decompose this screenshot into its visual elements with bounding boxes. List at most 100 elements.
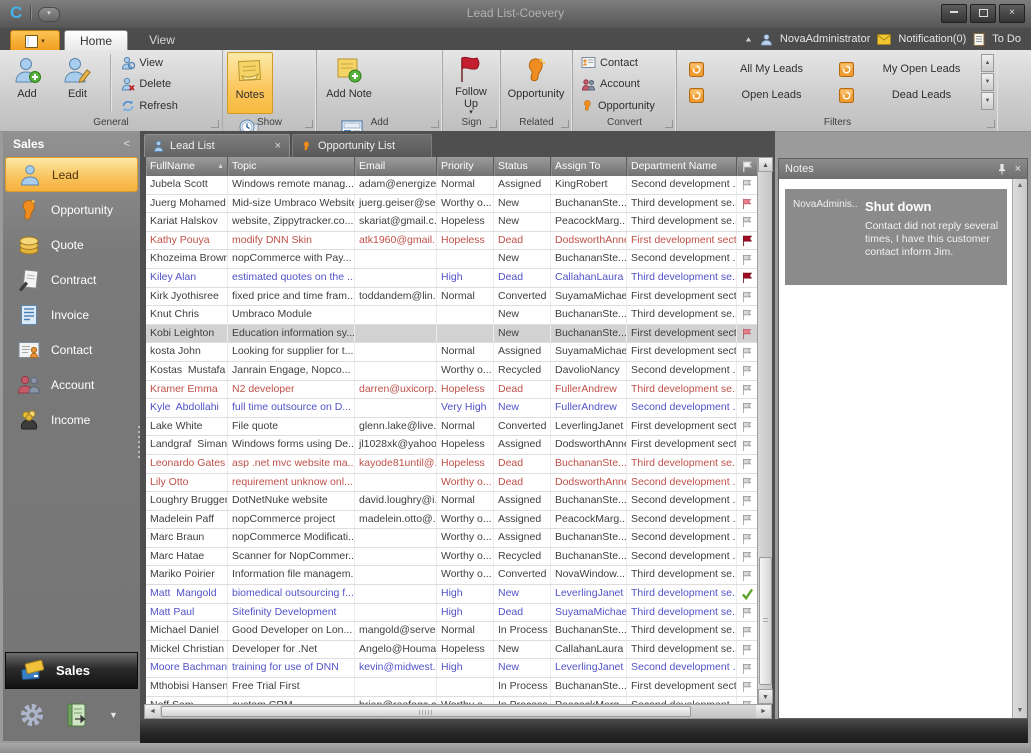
sidebar-item-lead[interactable]: Lead xyxy=(5,157,138,192)
table-row[interactable]: Lily Otto requirement unknow onl... Wort… xyxy=(146,474,757,493)
filter-all-my-leads[interactable]: All My Leads xyxy=(681,62,831,77)
log-book-icon[interactable] xyxy=(63,701,91,729)
convert-contact-button[interactable]: Contact xyxy=(581,54,655,71)
row-flag-icon[interactable] xyxy=(737,288,757,306)
sidebar-item-invoice[interactable]: Invoice xyxy=(5,297,138,332)
edit-button[interactable]: Edit xyxy=(54,52,100,114)
table-row[interactable]: Marc Braun nopCommerce Modificati... Wor… xyxy=(146,529,757,548)
table-row[interactable]: Leonardo Gates asp .net mvc website ma..… xyxy=(146,455,757,474)
scroll-left-icon[interactable]: ◄ xyxy=(145,705,160,718)
follow-up-button[interactable]: Follow Up▾ xyxy=(447,52,495,114)
convert-opportunity-button[interactable]: Opportunity xyxy=(581,97,655,114)
row-flag-icon[interactable] xyxy=(737,269,757,287)
minimize-button[interactable] xyxy=(941,4,967,23)
filter-open-leads[interactable]: Open Leads xyxy=(681,88,831,103)
sidebar-item-opportunity[interactable]: Opportunity xyxy=(5,192,138,227)
table-row[interactable]: Madelein Paff nopCommerce project madele… xyxy=(146,511,757,530)
row-flag-icon[interactable] xyxy=(737,455,757,473)
row-flag-icon[interactable] xyxy=(737,306,757,324)
sidebar-item-contact[interactable]: Contact xyxy=(5,332,138,367)
refresh-button[interactable]: Refresh xyxy=(121,97,178,114)
add-note-button[interactable]: Add Note xyxy=(321,52,377,114)
row-flag-icon[interactable] xyxy=(737,250,757,268)
filter-dead-leads[interactable]: Dead Leads xyxy=(831,88,981,103)
table-row[interactable]: Mthobisi Hansen Free Trial First In Proc… xyxy=(146,678,757,697)
row-flag-icon[interactable] xyxy=(737,213,757,231)
table-row[interactable]: Kariat Halskov website, Zippytracker.co.… xyxy=(146,213,757,232)
dialog-launcher-icon[interactable] xyxy=(211,120,219,128)
table-row[interactable]: Matt Mangold biomedical outsourcing f...… xyxy=(146,585,757,604)
row-flag-icon[interactable] xyxy=(737,511,757,529)
delete-button[interactable]: Delete xyxy=(121,76,178,93)
chevron-down-icon[interactable]: ▼ xyxy=(109,710,118,720)
row-flag-icon[interactable] xyxy=(737,399,757,417)
scroll-up-icon[interactable]: ▲ xyxy=(1013,179,1027,193)
row-flag-icon[interactable] xyxy=(737,418,757,436)
column-header-department[interactable]: Department Name xyxy=(627,157,737,176)
dialog-launcher-icon[interactable] xyxy=(431,120,439,128)
row-flag-icon[interactable] xyxy=(737,641,757,659)
notes-scrollbar[interactable]: ▲ ▼ xyxy=(1012,179,1027,718)
horizontal-scroll-thumb[interactable] xyxy=(161,706,691,717)
note-item[interactable]: NovaAdminis... Shut down Contact did not… xyxy=(785,189,1007,285)
table-row[interactable]: Moore Bachman training for use of DNN ke… xyxy=(146,659,757,678)
logged-in-user[interactable]: NovaAdministrator xyxy=(780,33,870,45)
table-row[interactable]: Mickel Christian Developer for .Net Ange… xyxy=(146,641,757,660)
table-row[interactable]: Knut Chris Umbraco Module New BuchananSt… xyxy=(146,306,757,325)
row-flag-icon[interactable] xyxy=(737,343,757,361)
sidebar-item-quote[interactable]: Quote xyxy=(5,227,138,262)
horizontal-scrollbar[interactable]: ◄ ► xyxy=(144,704,772,719)
scroll-down-icon[interactable]: ▼ xyxy=(758,689,773,704)
table-row[interactable]: Landgraf Siman... Windows forms using De… xyxy=(146,436,757,455)
add-button[interactable]: Add xyxy=(4,52,50,114)
application-menu-button[interactable]: ▾ xyxy=(10,30,60,52)
close-button[interactable]: × xyxy=(999,4,1025,23)
row-flag-icon[interactable] xyxy=(737,492,757,510)
column-header-assign-to[interactable]: Assign To xyxy=(551,157,627,176)
scroll-up-icon[interactable]: ▲ xyxy=(758,157,773,172)
row-flag-icon[interactable] xyxy=(737,566,757,584)
row-flag-icon[interactable] xyxy=(737,362,757,380)
sidebar-item-contract[interactable]: Contract xyxy=(5,262,138,297)
scroll-right-icon[interactable]: ► xyxy=(756,705,771,718)
dialog-launcher-icon[interactable] xyxy=(489,120,497,128)
table-row[interactable]: Michael Daniel Good Developer on Lon... … xyxy=(146,622,757,641)
todo-link[interactable]: To Do xyxy=(992,33,1021,45)
sales-section-button[interactable]: Sales xyxy=(5,652,138,689)
dialog-launcher-icon[interactable] xyxy=(665,120,673,128)
table-row[interactable]: Kathy Pouya modify DNN Skin atk1960@gmai… xyxy=(146,232,757,251)
maximize-button[interactable] xyxy=(970,4,996,23)
pin-icon[interactable] xyxy=(997,163,1007,175)
column-header-flag-icon[interactable] xyxy=(737,157,757,176)
table-row[interactable]: Kyle Abdollahi full time outsource on D.… xyxy=(146,399,757,418)
column-header-topic[interactable]: Topic xyxy=(228,157,355,176)
collapse-sidebar-icon[interactable]: < xyxy=(124,131,130,157)
filters-scroll-up[interactable]: ▲ xyxy=(981,54,994,72)
view-button[interactable]: View xyxy=(121,54,178,71)
table-row[interactable]: Jubela Scott Windows remote manag... ada… xyxy=(146,176,757,195)
chevron-up-icon[interactable]: ▲ xyxy=(744,35,753,43)
close-tab-icon[interactable]: × xyxy=(275,140,281,152)
row-flag-icon[interactable] xyxy=(737,381,757,399)
filter-my-open-leads[interactable]: My Open Leads xyxy=(831,62,981,77)
convert-account-button[interactable]: Account xyxy=(581,76,655,93)
table-row[interactable]: kosta John Looking for supplier for t...… xyxy=(146,343,757,362)
related-opportunity-button[interactable]: Opportunity xyxy=(505,52,567,114)
row-flag-icon[interactable] xyxy=(737,622,757,640)
table-row[interactable]: Matt Paul Sitefinity Development High De… xyxy=(146,604,757,623)
row-flag-icon[interactable] xyxy=(737,585,757,603)
table-row[interactable]: Loughry Bruggen DotNetNuke website david… xyxy=(146,492,757,511)
vertical-scrollbar[interactable]: ▲ ▼ xyxy=(757,157,772,704)
table-row[interactable]: Lake White File quote glenn.lake@live...… xyxy=(146,418,757,437)
table-row[interactable]: Kostas Mustafa Janrain Engage, Nopco... … xyxy=(146,362,757,381)
notes-toggle-button[interactable]: Notes xyxy=(227,52,273,114)
tab-view[interactable]: View xyxy=(134,30,190,50)
column-header-status[interactable]: Status xyxy=(494,157,551,176)
row-flag-icon[interactable] xyxy=(737,659,757,677)
scroll-down-icon[interactable]: ▼ xyxy=(1013,704,1027,718)
sidebar-item-income[interactable]: Income xyxy=(5,402,138,437)
table-row[interactable]: Mariko Poirier Information file managem.… xyxy=(146,566,757,585)
column-header-priority[interactable]: Priority xyxy=(437,157,494,176)
vertical-scroll-thumb[interactable] xyxy=(759,557,772,685)
dialog-launcher-icon[interactable] xyxy=(561,120,569,128)
